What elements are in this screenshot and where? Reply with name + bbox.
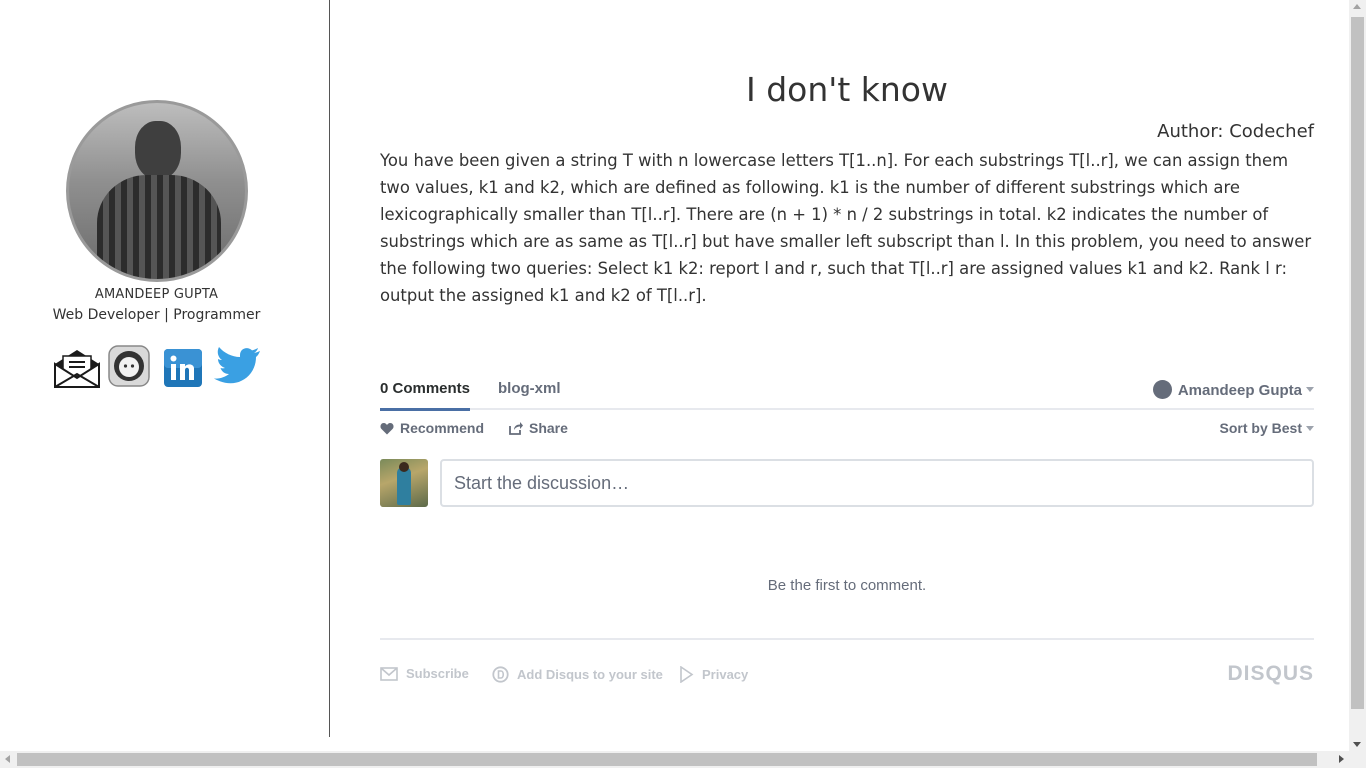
add-disqus-label: Add Disqus to your site xyxy=(517,667,663,682)
subscribe-link[interactable]: Subscribe xyxy=(380,666,469,681)
privacy-label: Privacy xyxy=(702,667,749,682)
tab-comments[interactable]: 0 Comments xyxy=(380,380,471,411)
user-avatar xyxy=(380,459,428,507)
disqus-d-icon xyxy=(492,666,509,683)
chevron-down-icon xyxy=(1306,387,1314,392)
github-icon[interactable] xyxy=(108,345,150,389)
sidebar: AMANDEEP GUPTA Web Developer | Programme… xyxy=(0,0,330,737)
linkedin-icon[interactable] xyxy=(163,348,205,392)
tab-forum[interactable]: blog-xml xyxy=(498,380,561,397)
profile-photo xyxy=(66,100,248,282)
disqus-footer: Subscribe Add Disqus to your site Privac… xyxy=(380,638,1314,698)
scroll-up-icon[interactable] xyxy=(1353,4,1361,9)
user-menu-label: Amandeep Gupta xyxy=(1177,382,1302,399)
mail-icon[interactable] xyxy=(54,348,100,392)
share-button[interactable]: Share xyxy=(508,420,568,436)
recommend-button[interactable]: Recommend xyxy=(380,420,484,436)
heart-icon xyxy=(380,422,394,434)
vertical-scrollbar[interactable] xyxy=(1349,0,1366,751)
chevron-down-icon xyxy=(1306,425,1314,431)
scroll-down-icon[interactable] xyxy=(1353,742,1361,747)
scroll-left-icon[interactable] xyxy=(5,755,10,763)
disqus-logo[interactable]: DISQUS xyxy=(1227,662,1314,686)
scrollbar-corner xyxy=(1349,751,1366,768)
add-disqus-link[interactable]: Add Disqus to your site xyxy=(492,666,663,683)
profile-name: AMANDEEP GUPTA xyxy=(94,287,219,302)
subscribe-label: Subscribe xyxy=(406,666,469,681)
privacy-link[interactable]: Privacy xyxy=(679,666,748,683)
comments-tabs: 0 Comments blog-xml Amandeep Gupta xyxy=(380,378,1314,411)
post-body: You have been given a string T with n lo… xyxy=(380,151,1312,305)
recommend-label: Recommend xyxy=(400,420,485,436)
comment-input[interactable]: Start the discussion… xyxy=(440,459,1314,507)
twitter-icon[interactable] xyxy=(212,345,262,389)
privacy-icon xyxy=(680,666,694,683)
sort-label: Sort by Best xyxy=(1219,420,1302,436)
share-label: Share xyxy=(529,420,568,436)
share-icon xyxy=(509,422,523,435)
profile-role: Web Developer | Programmer xyxy=(52,307,261,323)
user-menu[interactable]: Amandeep Gupta xyxy=(1152,380,1314,399)
post-title: I don't know xyxy=(746,70,948,109)
horizontal-scroll-thumb[interactable] xyxy=(17,753,1317,766)
empty-comments-message: Be the first to comment. xyxy=(767,577,927,594)
vertical-scroll-thumb[interactable] xyxy=(1351,17,1364,709)
speech-bubble-icon xyxy=(1152,380,1172,399)
scroll-right-icon[interactable] xyxy=(1339,755,1344,763)
post-author: Author: Codechef xyxy=(1157,121,1314,142)
sort-dropdown[interactable]: Sort by Best xyxy=(1220,420,1314,436)
horizontal-scrollbar[interactable] xyxy=(0,751,1366,768)
envelope-icon xyxy=(380,666,398,681)
